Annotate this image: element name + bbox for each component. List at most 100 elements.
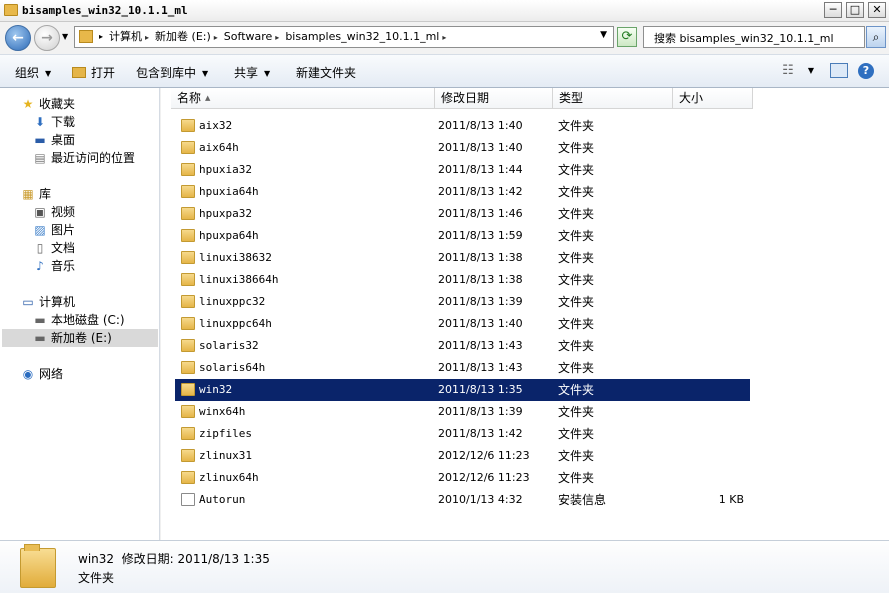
table-row[interactable]: solaris32 2011/8/13 1:43 文件夹 [175, 335, 750, 357]
nav-desktop[interactable]: ▬ 桌面 [32, 131, 75, 149]
nav-drive-c[interactable]: ▬ 本地磁盘 (C:) [32, 311, 124, 329]
file-modified: 2011/8/13 1:40 [438, 317, 523, 330]
folder-icon [181, 361, 195, 374]
nav-favorites[interactable]: ★ 收藏夹 [20, 95, 75, 113]
table-row[interactable]: hpuxia64h 2011/8/13 1:42 文件夹 [175, 181, 750, 203]
column-header-modified[interactable]: 修改日期 [435, 88, 553, 109]
file-modified: 2011/8/13 1:42 [438, 427, 523, 440]
folder-icon [181, 427, 195, 440]
folder-icon [181, 317, 195, 330]
file-type: 文件夹 [558, 361, 595, 375]
folder-icon [181, 273, 195, 286]
help-icon[interactable]: ? [858, 63, 874, 79]
folder-icon [79, 30, 93, 43]
file-type: 文件夹 [558, 163, 595, 177]
search-input[interactable]: 搜索 bisamples_win32_10.1.1_ml [643, 26, 865, 48]
breadcrumb-drive-e[interactable]: 新加卷 (E:) ▸ [155, 30, 218, 45]
table-row[interactable]: hpuxpa64h 2011/8/13 1:59 文件夹 [175, 225, 750, 247]
folder-icon [72, 67, 86, 78]
organize-menu[interactable]: 组织 ▼ [15, 64, 51, 81]
chevron-right-icon[interactable]: ▸ [99, 30, 103, 45]
file-type: 文件夹 [558, 273, 595, 287]
open-button[interactable]: 打开 [72, 64, 115, 81]
table-row[interactable]: linuxppc64h 2011/8/13 1:40 文件夹 [175, 313, 750, 335]
minimize-button[interactable]: ─ [824, 2, 842, 18]
view-dropdown-icon[interactable]: ▼ [805, 63, 817, 79]
nav-music[interactable]: ♪ 音乐 [32, 257, 75, 275]
table-row[interactable]: aix32 2011/8/13 1:40 文件夹 [175, 115, 750, 137]
table-row[interactable]: Autorun 2010/1/13 4:32 安装信息 1 KB [175, 489, 750, 511]
view-options-icon[interactable]: ☷ [779, 63, 797, 79]
file-modified: 2011/8/13 1:38 [438, 273, 523, 286]
column-header-type[interactable]: 类型 [553, 88, 673, 109]
video-icon: ▣ [34, 205, 46, 219]
nav-libraries[interactable]: ▦ 库 [20, 185, 51, 203]
file-type: 文件夹 [558, 141, 595, 155]
window-title: bisamples_win32_10.1.1_ml [22, 4, 188, 17]
breadcrumb-computer[interactable]: 计算机 ▸ [109, 30, 149, 45]
table-row[interactable]: zlinux64h 2012/12/6 11:23 文件夹 [175, 467, 750, 489]
forward-button[interactable]: → [34, 25, 60, 51]
column-header-name[interactable]: 名称 ▲ [171, 88, 435, 109]
maximize-button[interactable]: □ [846, 2, 864, 18]
column-header-size[interactable]: 大小 [673, 88, 753, 109]
include-in-library-menu[interactable]: 包含到库中 ▼ [136, 64, 208, 81]
details-type: 文件夹 [78, 571, 115, 585]
table-row[interactable]: linuxppc32 2011/8/13 1:39 文件夹 [175, 291, 750, 313]
file-name: hpuxpa32 [199, 207, 252, 220]
file-type: 文件夹 [558, 185, 595, 199]
details-name: win32 [78, 552, 115, 566]
table-row[interactable]: solaris64h 2011/8/13 1:43 文件夹 [175, 357, 750, 379]
table-row[interactable]: zipfiles 2011/8/13 1:42 文件夹 [175, 423, 750, 445]
nav-pictures[interactable]: ▨ 图片 [32, 221, 75, 239]
file-type: 文件夹 [558, 471, 595, 485]
file-name: winx64h [199, 405, 246, 418]
file-modified: 2010/1/13 4:32 [438, 493, 523, 506]
file-type: 文件夹 [558, 119, 595, 133]
title-bar: bisamples_win32_10.1.1_ml ─ □ ✕ [0, 0, 889, 22]
nav-videos[interactable]: ▣ 视频 [32, 203, 75, 221]
nav-computer[interactable]: ▭ 计算机 [20, 293, 75, 311]
star-icon: ★ [22, 97, 34, 111]
nav-recent-places[interactable]: ▤ 最近访问的位置 [32, 149, 135, 167]
file-modified: 2011/8/13 1:39 [438, 405, 523, 418]
search-icon[interactable]: ⌕ [866, 26, 886, 48]
file-name: zlinux31 [199, 449, 252, 462]
nav-drive-e[interactable]: ▬ 新加卷 (E:) [2, 329, 158, 347]
address-dropdown-icon[interactable]: ▼ [600, 30, 607, 40]
refresh-button[interactable]: ⟳ [617, 27, 637, 47]
preview-pane-icon[interactable] [830, 63, 848, 78]
file-size: 1 KB [718, 493, 744, 506]
file-name: solaris64h [199, 361, 266, 374]
breadcrumb-software[interactable]: Software ▸ [224, 30, 280, 45]
file-name: hpuxpa64h [199, 229, 259, 242]
nav-documents[interactable]: ▯ 文档 [32, 239, 75, 257]
address-bar[interactable]: ▸ 计算机 ▸ 新加卷 (E:) ▸ Software ▸ bisamples_win… [74, 26, 614, 48]
file-modified: 2012/12/6 11:23 [438, 471, 530, 484]
table-row[interactable]: hpuxpa32 2011/8/13 1:46 文件夹 [175, 203, 750, 225]
network-icon: ◉ [22, 367, 34, 381]
table-row[interactable]: linuxi38664h 2011/8/13 1:38 文件夹 [175, 269, 750, 291]
file-icon [181, 493, 195, 506]
share-menu[interactable]: 共享 ▼ [234, 64, 270, 81]
breadcrumb-current-folder[interactable]: bisamples_win32_10.1.1_ml ▸ [285, 30, 446, 45]
nav-network[interactable]: ◉ 网络 [20, 365, 63, 383]
recent-pages-dropdown-icon[interactable]: ▼ [62, 32, 68, 41]
close-button[interactable]: ✕ [868, 2, 886, 18]
table-row[interactable]: winx64h 2011/8/13 1:39 文件夹 [175, 401, 750, 423]
file-modified: 2011/8/13 1:59 [438, 229, 523, 242]
table-row[interactable]: zlinux31 2012/12/6 11:23 文件夹 [175, 445, 750, 467]
table-row[interactable]: linuxi38632 2011/8/13 1:38 文件夹 [175, 247, 750, 269]
folder-icon [181, 339, 195, 352]
nav-downloads[interactable]: ⬇ 下载 [32, 113, 75, 131]
new-folder-button[interactable]: 新建文件夹 [296, 64, 356, 81]
folder-icon [181, 251, 195, 264]
back-button[interactable]: ← [5, 25, 31, 51]
folder-icon [181, 207, 195, 220]
file-type: 文件夹 [558, 449, 595, 463]
file-modified: 2011/8/13 1:39 [438, 295, 523, 308]
file-type: 文件夹 [558, 405, 595, 419]
table-row[interactable]: aix64h 2011/8/13 1:40 文件夹 [175, 137, 750, 159]
table-row[interactable]: win32 2011/8/13 1:35 文件夹 [175, 379, 750, 401]
table-row[interactable]: hpuxia32 2011/8/13 1:44 文件夹 [175, 159, 750, 181]
